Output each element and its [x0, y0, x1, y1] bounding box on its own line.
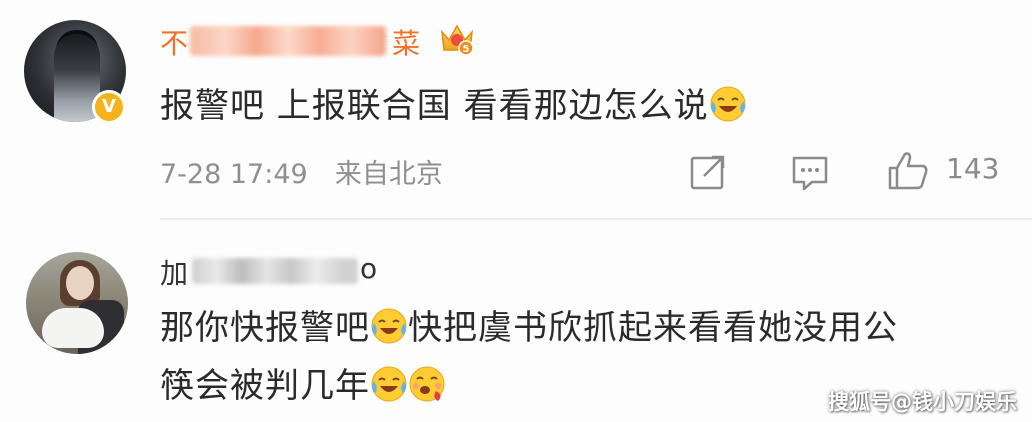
comment-username[interactable]: 不 菜: [160, 22, 432, 60]
comment-source: 来自北京: [334, 159, 443, 190]
comment-body-continued: 快把虞书欣抓起来看看她没用公: [408, 308, 898, 348]
laugh-cry-emoji: [371, 308, 407, 344]
comment-body: 那你快报警吧: [160, 308, 370, 348]
crown-icon: 5: [440, 24, 474, 56]
comment-body: 报警吧 上报联合国 看看那边怎么说: [160, 86, 709, 126]
comment-divider: [160, 218, 1032, 220]
watermark: 搜狐号@钱小刀娱乐: [828, 390, 1017, 414]
comment-meta: 7-28 17:49 来自北京: [160, 152, 443, 191]
comment-text: 报警吧 上报联合国 看看那边怎么说: [160, 78, 747, 127]
svg-text:5: 5: [463, 44, 470, 55]
username-blur: [192, 258, 358, 284]
comment-icon[interactable]: [790, 152, 830, 192]
comment-time: 7-28 17:49: [160, 159, 308, 190]
username-first-char: 不: [160, 27, 189, 60]
username-first-char: 加: [160, 257, 189, 290]
avatar[interactable]: [26, 252, 128, 354]
comment-username[interactable]: 加 o: [160, 252, 390, 290]
comment-list: V 不 菜 5 报警吧 上报联合国 看看那边怎么说 7-28 17:49 来自北…: [0, 0, 1032, 422]
username-last-char: o: [360, 252, 378, 285]
comment-text-line: 那你快报警吧 快把虞书欣抓起来看看她没用公: [160, 300, 898, 349]
thumbs-up-icon[interactable]: [886, 148, 930, 192]
avatar-face: [66, 266, 94, 300]
avatar-dog: [42, 308, 104, 348]
username-last-char: 菜: [392, 27, 421, 60]
drooling-emoji: [409, 366, 445, 402]
share-icon[interactable]: [688, 152, 728, 192]
username-blur: [190, 26, 386, 56]
comment-text-line: 筷会被判几年: [160, 358, 446, 407]
laugh-cry-emoji: [371, 366, 407, 402]
laugh-cry-emoji: [710, 86, 746, 122]
verified-badge-icon: V: [92, 90, 126, 124]
like-count: 143: [946, 152, 1000, 185]
comment-body: 筷会被判几年: [160, 366, 370, 406]
